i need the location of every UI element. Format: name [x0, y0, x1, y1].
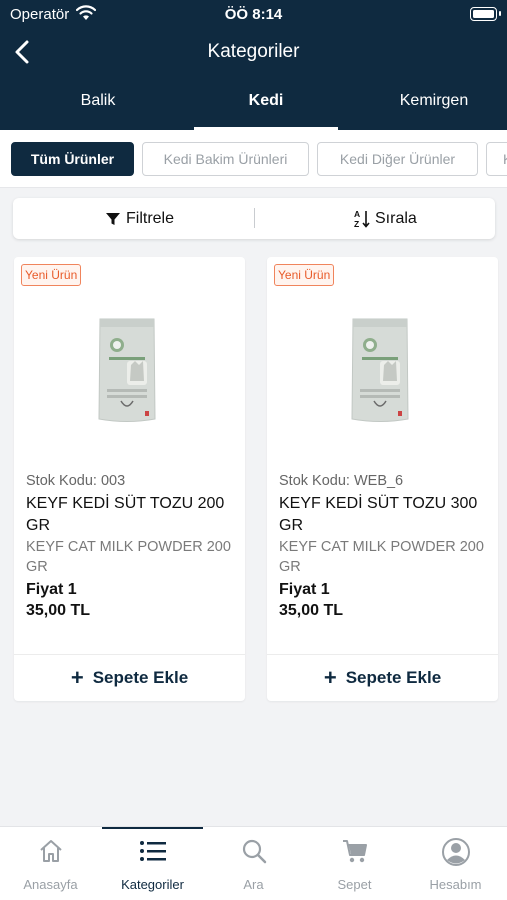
product-name[interactable]: KEYF KEDİ SÜT TOZU 200 GR [26, 493, 236, 537]
new-badge: Yeni Ürün [274, 264, 335, 286]
tab-search[interactable]: Ara [203, 827, 304, 900]
add-to-cart-button[interactable]: + Sepete Ekle [14, 655, 245, 701]
chip-cat-care[interactable]: Kedi Bakim Ürünleri [142, 142, 309, 176]
product-card[interactable]: Yeni Ürün Stok Kodu: 003 KEYF KEDİ SÜT T… [14, 257, 245, 701]
product-card[interactable]: Yeni Ürün Stok Kodu: WEB_6 KEYF KEDİ SÜT… [267, 257, 498, 701]
product-name[interactable]: KEYF KEDİ SÜT TOZU 300 GR [279, 493, 489, 537]
stock-code: Stok Kodu: 003 [26, 473, 126, 489]
category-tabs: Balik Kedi Kemirgen [0, 88, 507, 130]
product-grid: Yeni Ürün Stok Kodu: 003 KEYF KEDİ SÜT T… [0, 248, 507, 735]
cart-icon [342, 840, 367, 863]
account-icon [441, 838, 470, 866]
battery-icon [470, 7, 501, 21]
sort-label: Sırala [375, 209, 417, 227]
add-to-cart-label: Sepete Ekle [345, 668, 442, 687]
tab-label: Hesabım [429, 877, 482, 892]
list-icon [139, 841, 166, 861]
product-name-en: KEYF CAT MILK POWDER 200 GR [279, 539, 484, 575]
price-label: Fiyat 1 [279, 581, 330, 598]
tab-categories[interactable]: Kategoriler [102, 827, 203, 900]
tab-account[interactable]: Hesabım [405, 827, 506, 900]
tab-kemirgen[interactable]: Kemirgen [388, 88, 480, 130]
status-time: ÖÖ 8:14 [224, 6, 283, 23]
nav-row: Kategoriler [0, 32, 507, 72]
sort-az-icon: A Z [354, 209, 370, 229]
product-name-en: KEYF CAT MILK POWDER 200 GR [26, 539, 231, 575]
add-to-cart-label: Sepete Ekle [92, 668, 189, 687]
home-icon [39, 840, 62, 862]
tab-label: Sepet [337, 877, 372, 892]
tab-cart[interactable]: Sepet [304, 827, 405, 900]
filter-sort-bar: Filtrele A Z Sırala [13, 198, 495, 239]
tab-home[interactable]: Anasayfa [0, 827, 101, 900]
funnel-icon [106, 212, 120, 225]
chip-all-products[interactable]: Tüm Ürünler [11, 142, 134, 176]
tab-label: Kategoriler [121, 877, 184, 892]
page-title: Kategoriler [207, 41, 300, 62]
svg-text:A: A [354, 209, 360, 219]
stock-code: Stok Kodu: WEB_6 [279, 473, 404, 489]
divider [254, 208, 255, 228]
plus-icon: + [323, 665, 337, 690]
product-image[interactable] [97, 315, 157, 425]
top-bar: Operatör ÖÖ 8:14 Kategoriler Balik Kedi … [0, 0, 507, 130]
tab-label: Anasayfa [23, 877, 78, 892]
chip-cat-other[interactable]: Kedi Diğer Ürünler [317, 142, 478, 176]
filter-button[interactable]: Filtrele [105, 198, 174, 239]
bottom-tab-bar: Anasayfa Kategoriler Ara Sepet Hesabım [0, 826, 507, 900]
price-value: 35,00 TL [279, 602, 344, 619]
tab-kedi[interactable]: Kedi [194, 88, 338, 130]
tab-balik[interactable]: Balik [52, 88, 144, 130]
add-to-cart-button[interactable]: + Sepete Ekle [267, 655, 498, 701]
subcategory-chips: Tüm Ürünler Kedi Bakim Ürünleri Kedi Diğ… [0, 130, 507, 188]
plus-icon: + [70, 665, 84, 690]
status-bar: Operatör ÖÖ 8:14 [0, 0, 507, 30]
tab-label: Ara [243, 877, 264, 892]
svg-text:Z: Z [354, 219, 359, 229]
sort-button[interactable]: A Z Sırala [353, 198, 417, 239]
price-value: 35,00 TL [26, 602, 91, 619]
chip-more[interactable]: K [486, 142, 507, 176]
filter-label: Filtrele [126, 209, 175, 227]
product-image[interactable] [350, 315, 410, 425]
price-label: Fiyat 1 [26, 581, 77, 598]
new-badge: Yeni Ürün [21, 264, 82, 286]
search-icon [242, 839, 266, 864]
